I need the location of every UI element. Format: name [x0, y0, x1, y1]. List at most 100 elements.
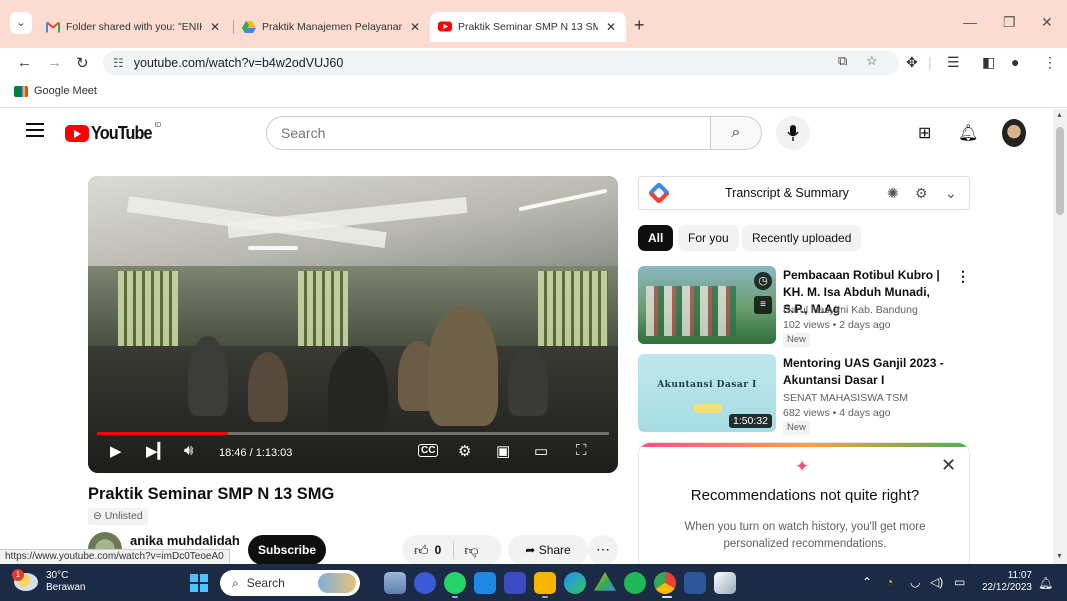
menu-kebab-icon[interactable]: ⋮ — [1043, 54, 1057, 71]
youtube-logo[interactable]: YouTube ID — [65, 122, 161, 144]
search-button[interactable]: ⌕ — [710, 116, 762, 150]
more-options-icon[interactable]: ⋮ — [956, 268, 970, 285]
chip-for-you[interactable]: For you — [678, 225, 739, 251]
chrome-icon[interactable] — [654, 572, 676, 594]
chip-all[interactable]: All — [638, 225, 674, 251]
address-bar[interactable]: ☷ youtube.com/watch?v=b4w2odVUJ60 — [103, 51, 899, 75]
close-tab-icon[interactable]: ✕ — [410, 20, 420, 34]
hamburger-menu-icon[interactable] — [26, 123, 44, 141]
dislike-thumb-down-icon[interactable]: 👎︎ — [464, 542, 478, 559]
close-window-icon[interactable]: ✕ — [1041, 14, 1053, 31]
speaker-icon[interactable]: ◁) — [930, 575, 943, 589]
like-thumb-up-icon[interactable]: 👍︎ — [402, 542, 429, 559]
close-tab-icon[interactable]: ✕ — [606, 20, 616, 34]
share-button[interactable]: ➦ Share — [508, 535, 588, 564]
show-hidden-icons-chevron-up-icon[interactable]: ⌃ — [862, 575, 872, 589]
notifications-bell-icon[interactable]: 🔔︎ — [958, 123, 978, 143]
restore-icon[interactable]: ❐ — [1003, 14, 1016, 31]
more-actions-icon[interactable]: ⋯ — [588, 535, 618, 564]
scroll-up-icon[interactable]: ▲ — [1056, 112, 1063, 119]
miniplayer-icon[interactable]: ▣ — [496, 442, 510, 460]
next-video-icon[interactable]: ▶▎ — [146, 442, 169, 460]
extension-settings-icon[interactable]: ⚙ — [915, 185, 928, 202]
transcript-title: Transcript & Summary — [725, 186, 849, 200]
recommendation-meta: 102 views • 2 days ago — [783, 319, 891, 331]
recommendation-item[interactable]: Akuntansi Dasar I 1:50:32 Mentoring UAS … — [638, 354, 970, 435]
reading-list-icon[interactable]: ☰ — [947, 54, 960, 71]
recommendation-title[interactable]: Mentoring UAS Ganjil 2023 - Akuntansi Da… — [783, 355, 953, 389]
add-to-queue-icon[interactable]: ≡ — [754, 296, 772, 314]
pen-app-icon[interactable] — [504, 572, 526, 594]
captions-icon[interactable]: CC — [418, 444, 439, 457]
account-avatar[interactable] — [1002, 119, 1026, 147]
app-tray-icon[interactable]: ◔ — [886, 575, 893, 589]
edge-browser-icon[interactable] — [564, 572, 586, 594]
taskbar-search-input[interactable]: ⌕ Search — [220, 570, 360, 596]
video-thumbnail[interactable]: ◷ ≡ — [638, 266, 776, 344]
scrollbar-thumb[interactable] — [1056, 127, 1064, 215]
openai-icon[interactable]: ✺ — [887, 185, 899, 202]
mail-icon[interactable] — [474, 572, 496, 594]
watch-later-clock-icon[interactable]: ◷ — [754, 272, 772, 290]
settings-gear-icon[interactable]: ⚙ — [458, 442, 471, 460]
close-icon[interactable]: ✕ — [941, 455, 956, 476]
teams-chat-icon[interactable] — [414, 572, 436, 594]
notification-bell-icon[interactable]: 🔔︎ — [1038, 576, 1053, 590]
windows-start-icon[interactable] — [190, 574, 208, 592]
fullscreen-icon[interactable]: ⛶ — [576, 442, 587, 459]
battery-icon[interactable]: ▭ — [954, 575, 965, 589]
transcript-summary-panel[interactable]: Transcript & Summary ✺ ⚙ ⌄ — [638, 176, 970, 210]
forward-arrow-icon[interactable]: → — [47, 54, 62, 71]
profile-avatar-icon[interactable]: ● — [1011, 54, 1019, 70]
close-tab-icon[interactable]: ✕ — [210, 20, 220, 34]
video-thumbnail[interactable]: Akuntansi Dasar I 1:50:32 — [638, 354, 776, 432]
weather-widget[interactable]: 1 30°C Berawan — [12, 569, 85, 594]
windows-taskbar: 1 30°C Berawan ⌕ Search ⌃ ◔ ◡ ◁) ▭ 11:07 … — [0, 564, 1067, 601]
file-explorer-icon[interactable] — [534, 572, 556, 594]
new-tab-button[interactable]: + — [634, 15, 645, 36]
share-arrow-icon: ➦ — [525, 543, 536, 557]
extensions-icon[interactable]: ✥ — [906, 54, 918, 71]
cast-icon[interactable]: ⧉ — [838, 53, 847, 69]
play-icon[interactable]: ▶ — [110, 442, 122, 460]
bookmark-star-icon[interactable]: ☆ — [866, 53, 878, 69]
site-settings-icon[interactable]: ☷ — [113, 56, 124, 70]
create-video-icon[interactable]: ⊞ — [918, 123, 931, 143]
tab-drive[interactable]: Praktik Manajemen Pelayanan I ✕ — [242, 16, 420, 38]
whatsapp-icon[interactable] — [444, 572, 466, 594]
chip-recently-uploaded[interactable]: Recently uploaded — [742, 225, 862, 251]
theater-mode-icon[interactable]: ▭ — [534, 442, 548, 460]
wifi-icon[interactable]: ◡ — [910, 575, 920, 589]
tab-youtube-active[interactable]: Praktik Seminar SMP N 13 SMG ✕ — [430, 12, 626, 42]
voice-search-button[interactable] — [776, 116, 810, 150]
volume-icon[interactable]: 🔊︎ — [184, 442, 193, 459]
page-scrollbar[interactable]: ▲ ▼ — [1053, 109, 1067, 564]
minimize-icon[interactable]: — — [963, 14, 977, 30]
subscribe-button[interactable]: Subscribe — [248, 535, 326, 564]
back-arrow-icon[interactable]: ← — [17, 54, 32, 71]
channel-name[interactable]: anika muhdalidah — [130, 533, 240, 548]
scroll-down-icon[interactable]: ▼ — [1056, 553, 1063, 560]
like-dislike-group: 👍︎ 0 👎︎ — [402, 535, 502, 564]
tab-search-icon[interactable]: ⌄ — [10, 12, 32, 34]
url-text: youtube.com/watch?v=b4w2odVUJ60 — [133, 56, 344, 70]
reload-icon[interactable]: ↻ — [76, 54, 89, 72]
app-icon[interactable] — [714, 572, 736, 594]
notice-body: When you turn on watch history, you'll g… — [684, 521, 926, 550]
recommendation-item[interactable]: ◷ ≡ Pembacaan Rotibul Kubro | KH. M. Isa… — [638, 266, 970, 347]
chevron-down-icon[interactable]: ⌄ — [945, 185, 957, 202]
bookmark-google-meet[interactable]: Google Meet — [14, 85, 97, 97]
video-player[interactable]: ▶ ▶▎ 🔊︎ 18:46 / 1:13:03 CC ⚙ ▣ ▭ ⛶ — [88, 176, 618, 473]
youtube-icon — [438, 21, 452, 32]
search-input[interactable]: Search — [266, 116, 710, 150]
google-drive-icon[interactable] — [594, 572, 616, 591]
side-panel-icon[interactable]: ◧ — [982, 54, 995, 71]
task-view-icon[interactable] — [384, 572, 406, 594]
video-progress-bar[interactable] — [97, 432, 609, 435]
word-icon[interactable] — [684, 572, 706, 594]
spotify-icon[interactable] — [624, 572, 646, 594]
video-time: 18:46 / 1:13:03 — [219, 447, 293, 459]
system-clock[interactable]: 11:07 22/12/2023 — [978, 570, 1032, 594]
youtube-play-logo-icon — [65, 125, 89, 142]
tab-gmail[interactable]: Folder shared with you: "ENIK N ✕ — [46, 16, 224, 38]
